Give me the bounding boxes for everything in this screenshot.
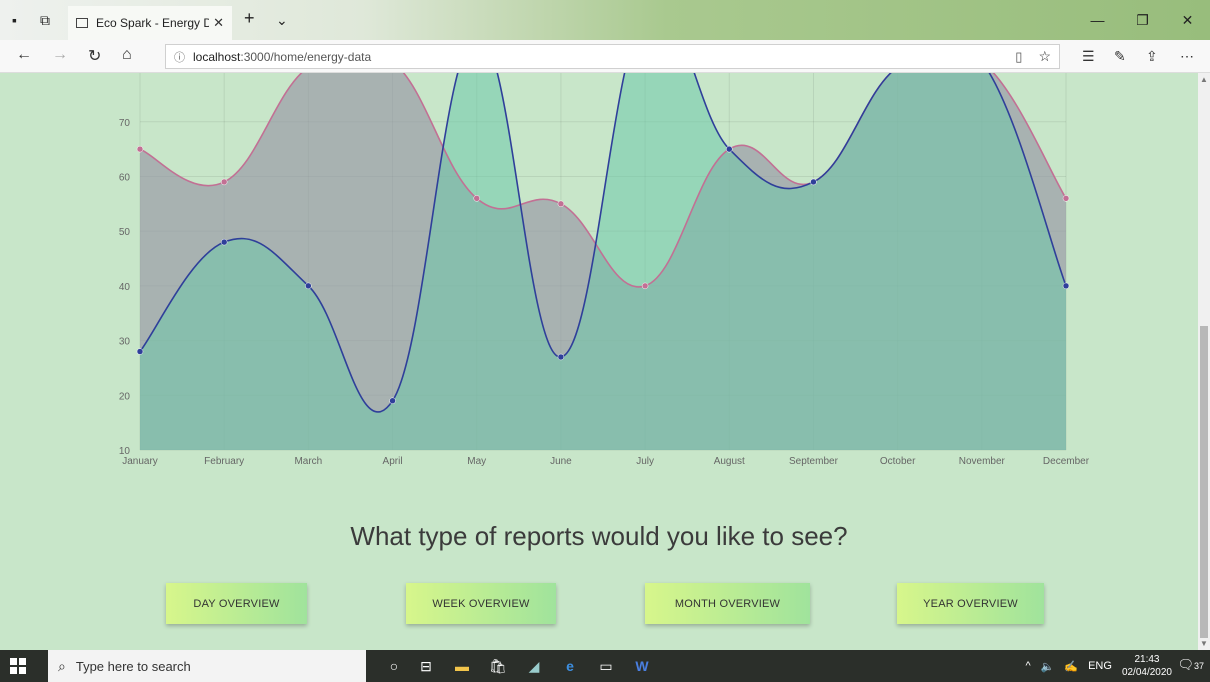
reports-heading: What type of reports would you like to s… bbox=[350, 521, 848, 551]
y-tick-label: 20 bbox=[119, 391, 131, 402]
series-2-point bbox=[220, 238, 228, 246]
tab-menu-chevron-icon[interactable]: ⌄ bbox=[276, 12, 288, 29]
new-tab-icon[interactable]: + bbox=[244, 8, 255, 29]
task-view-icon[interactable]: ⊟ bbox=[416, 656, 436, 676]
system-tray: ^ 🔈 ✍ ENG 21:43 02/04/2020 bbox=[1026, 650, 1172, 682]
address-bar-row: ← → ↻ ⌂ ⓘ localhost:3000/home/energy-dat… bbox=[0, 40, 1210, 73]
favorites-list-icon[interactable]: ☰ bbox=[1082, 48, 1095, 65]
y-tick-label: 70 bbox=[119, 118, 131, 129]
tab-title: Eco Spark - Energy Data bbox=[96, 16, 210, 30]
favorite-star-icon[interactable]: ☆ bbox=[1038, 48, 1051, 65]
notification-count: 37 bbox=[1193, 661, 1204, 671]
tabs-aside-icon[interactable]: ⧉ bbox=[40, 12, 50, 29]
series-1-point bbox=[220, 178, 228, 186]
refresh-icon[interactable]: ↻ bbox=[88, 46, 101, 66]
taskbar: ⌕ Type here to search ○ ⊟ ▬ 🛍 ◢ e ▭ W ^ … bbox=[0, 650, 1210, 682]
y-tick-label: 30 bbox=[119, 337, 131, 348]
series-1-point bbox=[136, 145, 144, 153]
home-icon[interactable]: ⌂ bbox=[122, 46, 132, 64]
x-tick-label: January bbox=[122, 456, 158, 467]
x-tick-label: April bbox=[383, 456, 403, 467]
word-icon[interactable]: W bbox=[632, 656, 652, 676]
x-tick-label: March bbox=[294, 456, 322, 467]
x-tick-label: November bbox=[959, 456, 1006, 467]
more-icon[interactable]: ⋯ bbox=[1180, 48, 1194, 65]
search-icon: ⌕ bbox=[58, 657, 66, 674]
series-2-point bbox=[136, 348, 144, 355]
scrollbar-thumb[interactable] bbox=[1200, 326, 1208, 638]
series-1-point bbox=[557, 200, 565, 208]
x-tick-label: July bbox=[636, 456, 654, 467]
series-2-point bbox=[389, 397, 396, 405]
page-icon bbox=[76, 18, 88, 28]
file-explorer-icon[interactable]: ▬ bbox=[452, 656, 472, 676]
series-1-point bbox=[1062, 195, 1070, 202]
series-1-point bbox=[641, 282, 649, 290]
search-placeholder: Type here to search bbox=[75, 658, 191, 674]
tab-actions-icon[interactable]: ▪ bbox=[12, 12, 17, 28]
app-icon[interactable]: ◢ bbox=[524, 656, 544, 676]
x-tick-label: December bbox=[1043, 456, 1090, 467]
url-path: :3000/home/energy-data bbox=[240, 49, 372, 64]
notification-icon[interactable]: 🗨37 bbox=[1177, 657, 1204, 673]
tray-chevron-icon[interactable]: ^ bbox=[1026, 660, 1031, 672]
x-tick-label: August bbox=[714, 456, 745, 467]
pen-workspace-icon[interactable]: ✍ bbox=[1064, 660, 1078, 673]
taskbar-search-box[interactable]: ⌕ Type here to search bbox=[48, 650, 366, 682]
restore-icon[interactable]: ❐ bbox=[1120, 0, 1165, 40]
terminal-icon[interactable]: ▭ bbox=[596, 656, 616, 676]
clock-time: 21:43 bbox=[1134, 654, 1160, 665]
page-content: 10 20 30 40 50 60 70 January February March April M… bbox=[0, 73, 1198, 650]
clock[interactable]: 21:43 02/04/2020 bbox=[1122, 653, 1172, 679]
url-host: localhost bbox=[193, 49, 241, 64]
forward-icon[interactable]: → bbox=[52, 46, 68, 64]
series-1-point bbox=[473, 195, 480, 202]
volume-icon[interactable]: 🔈 bbox=[1041, 660, 1055, 673]
minimize-icon[interactable]: — bbox=[1075, 0, 1120, 40]
pen-icon[interactable]: ✎ bbox=[1114, 48, 1126, 65]
back-icon[interactable]: ← bbox=[16, 46, 32, 64]
x-tick-label: September bbox=[789, 456, 839, 467]
series-2-point bbox=[810, 178, 817, 186]
y-tick-label: 50 bbox=[119, 227, 131, 238]
series-2-point bbox=[557, 353, 565, 361]
month-overview-button[interactable]: MONTH OVERVIEW bbox=[645, 583, 810, 624]
browser-title-bar: ▪ ⧉ Eco Spark - Energy Data ✕ + ⌄ — ❐ ✕ bbox=[0, 0, 1210, 40]
x-tick-label: February bbox=[204, 456, 244, 467]
reading-view-icon[interactable]: ▯ bbox=[1015, 49, 1022, 65]
store-icon[interactable]: 🛍 bbox=[488, 656, 508, 676]
energy-chart: 10203040506070January February March April M… bbox=[119, 73, 1090, 467]
edge-browser-icon[interactable]: e bbox=[560, 656, 580, 676]
close-window-icon[interactable]: ✕ bbox=[1165, 0, 1210, 40]
close-tab-icon[interactable]: ✕ bbox=[213, 15, 224, 31]
clock-date: 02/04/2020 bbox=[1121, 667, 1172, 678]
series-2-point bbox=[726, 145, 733, 153]
day-overview-button[interactable]: DAY OVERVIEW bbox=[166, 583, 307, 624]
year-overview-button[interactable]: YEAR OVERVIEW bbox=[897, 583, 1044, 624]
x-tick-label: June bbox=[550, 456, 572, 467]
windows-start-icon[interactable] bbox=[10, 658, 26, 674]
site-info-icon[interactable]: ⓘ bbox=[174, 49, 185, 65]
y-tick-label: 40 bbox=[119, 282, 131, 293]
cortana-icon[interactable]: ○ bbox=[384, 656, 404, 676]
share-icon[interactable]: ⇪ bbox=[1146, 48, 1158, 65]
series-2-point bbox=[1062, 282, 1070, 290]
browser-tab[interactable]: Eco Spark - Energy Data ✕ bbox=[68, 6, 232, 40]
y-tick-label: 60 bbox=[119, 172, 131, 183]
series-2-point bbox=[305, 282, 312, 290]
scroll-down-icon[interactable]: ▼ bbox=[1200, 639, 1208, 648]
x-tick-label: May bbox=[467, 456, 486, 467]
week-overview-button[interactable]: WEEK OVERVIEW bbox=[406, 583, 556, 624]
url-input[interactable]: ⓘ localhost:3000/home/energy-data ▯ ☆ bbox=[165, 44, 1060, 69]
x-tick-label: October bbox=[880, 456, 916, 467]
scrollbar[interactable]: ▲ ▼ bbox=[1198, 73, 1210, 650]
scroll-up-icon[interactable]: ▲ bbox=[1200, 75, 1208, 84]
language-indicator[interactable]: ENG bbox=[1088, 660, 1112, 672]
